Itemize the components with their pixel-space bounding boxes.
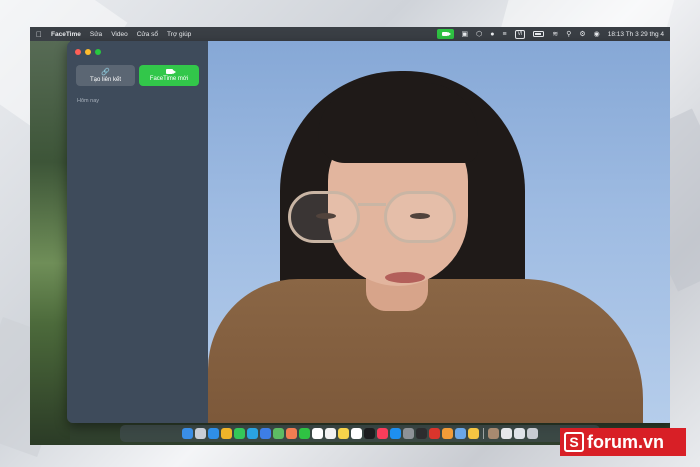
dock-finder-icon[interactable] <box>182 428 193 439</box>
control-center-icon[interactable]: ⚙ <box>579 31 585 38</box>
menu-bar:  FaceTime Sửa Video Cửa sổ Trợ giúp ▣ ⬡… <box>30 27 670 41</box>
menu-bar-clock[interactable]: 18:13 Th 3 29 thg 4 <box>608 31 664 38</box>
battery-icon[interactable] <box>533 31 545 37</box>
desktop-wallpaper <box>30 41 70 445</box>
dock-freeform-icon[interactable] <box>351 428 362 439</box>
dock-terminal-icon[interactable] <box>416 428 427 439</box>
search-icon[interactable]: ⚲ <box>566 31 571 38</box>
dock-books-icon[interactable] <box>442 428 453 439</box>
dock-system-settings-icon[interactable] <box>403 428 414 439</box>
video-camera-icon <box>165 69 176 74</box>
wifi-icon[interactable]: ≋ <box>552 31 558 38</box>
siri-icon[interactable]: ◉ <box>594 31 600 38</box>
new-facetime-label: FaceTime mới <box>149 76 189 82</box>
dock-safari-icon[interactable] <box>208 428 219 439</box>
dock-launchpad-icon[interactable] <box>195 428 206 439</box>
new-facetime-button[interactable]: FaceTime mới <box>139 65 199 86</box>
dock-acrobat-icon[interactable] <box>429 428 440 439</box>
keyboard-language-icon[interactable]: VI <box>514 29 526 39</box>
camera-preview <box>208 41 670 423</box>
display-icon[interactable]: ▣ <box>462 31 469 38</box>
dock-photo-thumbnail-icon[interactable] <box>488 428 499 439</box>
person-bangs <box>318 83 478 163</box>
layers-icon[interactable]: ⬡ <box>476 31 482 38</box>
dock-apple-tv-icon[interactable] <box>364 428 375 439</box>
dock-app-store-icon[interactable] <box>390 428 401 439</box>
window-controls <box>75 49 101 55</box>
section-title-today: Hôm nay <box>77 98 100 104</box>
close-window-button[interactable] <box>75 49 81 55</box>
dock-trash-icon[interactable] <box>527 428 538 439</box>
dock-downloads-icon[interactable] <box>514 428 525 439</box>
menu-window[interactable]: Cửa sổ <box>137 31 158 38</box>
glasses-lens <box>288 191 360 243</box>
dock-maps-icon[interactable] <box>273 428 284 439</box>
dock-chrome-icon[interactable] <box>221 428 232 439</box>
menu-video[interactable]: Video <box>111 31 128 38</box>
apple-icon[interactable]:  <box>36 30 42 39</box>
menu-app-name[interactable]: FaceTime <box>51 31 81 38</box>
dock-mail-icon[interactable] <box>260 428 271 439</box>
sforum-watermark: S forum.vn <box>560 428 686 456</box>
mac-screen:  FaceTime Sửa Video Cửa sổ Trợ giúp ▣ ⬡… <box>30 27 670 445</box>
dock-notes-app-icon[interactable] <box>468 428 479 439</box>
menu-bar-status-area: ▣ ⬡ ● ≡ VI ≋ ⚲ ⚙ ◉ 18:13 Th 3 29 thg 4 <box>436 29 664 39</box>
link-icon: 🔗 <box>101 68 110 76</box>
dock <box>120 425 600 442</box>
facetime-sidebar: 🔗 Tạo liên kết FaceTime mới Hôm nay <box>67 41 208 423</box>
facetime-window: 🔗 Tạo liên kết FaceTime mới Hôm nay <box>67 41 670 423</box>
dock-separator <box>483 428 484 439</box>
menu-help[interactable]: Trợ giúp <box>167 31 191 38</box>
facetime-camera-icon[interactable] <box>436 29 454 39</box>
dock-telegram-icon[interactable] <box>247 428 258 439</box>
user-icon[interactable]: ● <box>490 31 494 38</box>
keyboard-icon[interactable]: ≡ <box>503 31 507 38</box>
dock-calendar-icon[interactable] <box>312 428 323 439</box>
dock-window-thumbnail-icon[interactable] <box>501 428 512 439</box>
dock-notes-icon[interactable] <box>338 428 349 439</box>
person-mouth <box>385 272 425 283</box>
create-link-label: Tạo liên kết <box>89 76 122 83</box>
dock-music-icon[interactable] <box>377 428 388 439</box>
zoom-window-button[interactable] <box>95 49 101 55</box>
dock-reminders-icon[interactable] <box>325 428 336 439</box>
dock-messages-icon[interactable] <box>234 428 245 439</box>
dock-photos-icon[interactable] <box>286 428 297 439</box>
sforum-logo-icon: S <box>564 432 584 452</box>
glasses-bridge <box>358 203 386 206</box>
minimize-window-button[interactable] <box>85 49 91 55</box>
glasses-lens <box>384 191 456 243</box>
create-link-button[interactable]: 🔗 Tạo liên kết <box>76 65 135 86</box>
dock-preview-icon[interactable] <box>455 428 466 439</box>
menu-edit[interactable]: Sửa <box>90 31 102 38</box>
watermark-text: forum.vn <box>587 431 665 452</box>
dock-facetime-icon[interactable] <box>299 428 310 439</box>
